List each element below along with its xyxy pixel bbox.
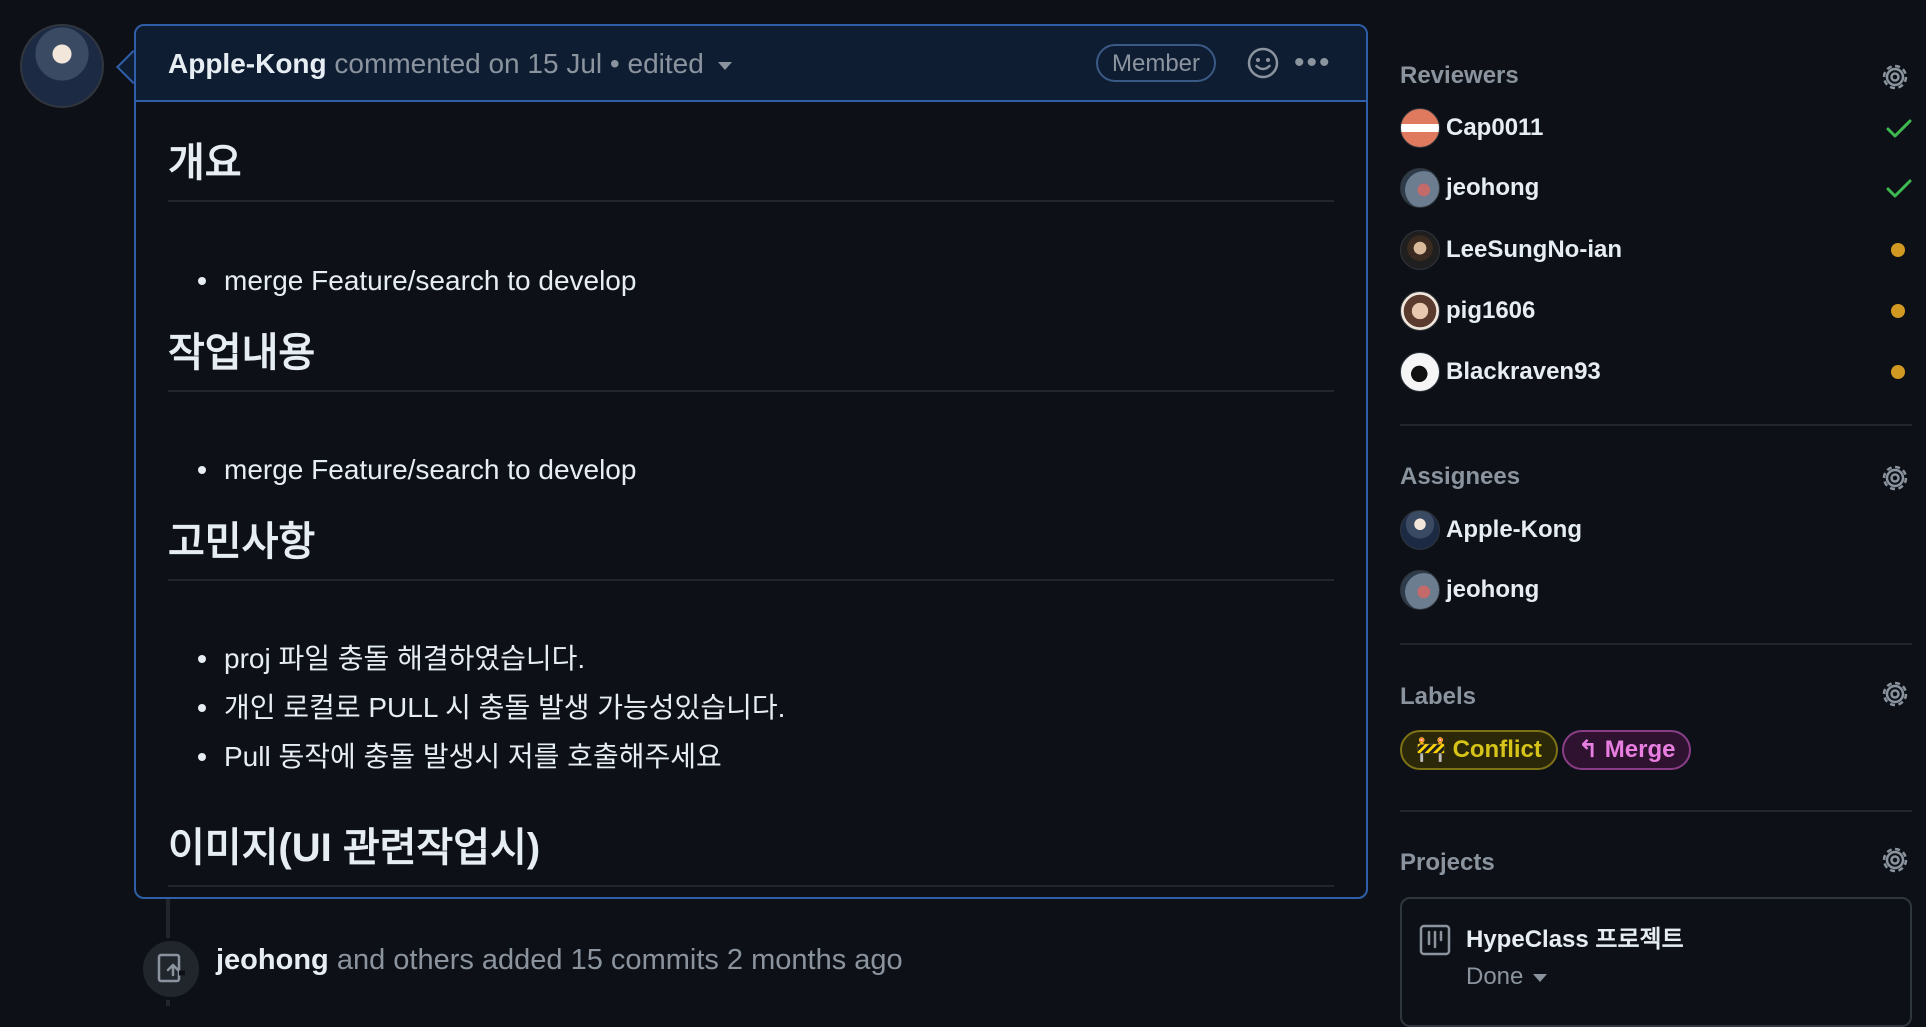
- commit-badge: [140, 938, 202, 1000]
- merge-arrow-icon: ↰: [1578, 736, 1599, 763]
- projects-title: Projects: [1400, 849, 1495, 876]
- label-text: Conflict: [1452, 736, 1542, 763]
- reviewer-row[interactable]: Blackraven93: [1400, 352, 1601, 396]
- avatar[interactable]: [1400, 291, 1440, 331]
- avatar[interactable]: [1400, 108, 1440, 148]
- add-reaction-icon[interactable]: [1246, 46, 1280, 80]
- label-merge[interactable]: ↰ Merge: [1562, 730, 1692, 770]
- list-item: merge Feature/search to develop: [198, 256, 636, 305]
- push-commits-icon: [157, 953, 185, 983]
- reviewer-name[interactable]: jeohong: [1446, 174, 1539, 201]
- project-name[interactable]: HypeClass 프로젝트: [1466, 919, 1684, 954]
- comment-meta-text[interactable]: commented on 15 Jul • edited: [327, 48, 703, 79]
- gear-icon[interactable]: [1878, 677, 1912, 711]
- section-heading: 개요: [168, 130, 1334, 202]
- avatar[interactable]: [1400, 168, 1440, 208]
- timeline-author[interactable]: jeohong: [216, 944, 329, 976]
- reviewer-name[interactable]: Cap0011: [1446, 114, 1543, 141]
- construction-icon: 🚧: [1416, 736, 1446, 763]
- timeline-event: jeohong and others added 15 commits 2 mo…: [216, 944, 903, 977]
- timeline-text: and others added 15 commits 2 months ago: [328, 944, 903, 976]
- avatar[interactable]: [1400, 570, 1440, 610]
- reviewer-name[interactable]: LeeSungNo-ian: [1446, 236, 1622, 263]
- member-badge: Member: [1096, 44, 1217, 82]
- avatar[interactable]: [1400, 352, 1440, 392]
- assignees-title: Assignees: [1400, 463, 1521, 490]
- avatar[interactable]: [1400, 510, 1440, 550]
- reviewers-title: Reviewers: [1400, 62, 1519, 89]
- section-heading: 이미지(UI 관련작업시): [168, 815, 1334, 887]
- pending-dot-icon: [1891, 243, 1905, 257]
- check-icon: [1886, 179, 1912, 198]
- list-item: 개인 로컬로 PULL 시 충돌 발생 가능성있습니다.: [198, 683, 785, 732]
- comment-card: Apple-Kong commented on 15 Jul • edited …: [134, 24, 1368, 899]
- chevron-down-icon: [1533, 973, 1548, 982]
- edited-dropdown-icon[interactable]: [717, 61, 732, 70]
- divider: [1400, 643, 1912, 645]
- list-item: merge Feature/search to develop: [198, 445, 636, 494]
- gear-icon[interactable]: [1878, 843, 1912, 877]
- list-item: proj 파일 충돌 해결하였습니다.: [198, 634, 785, 683]
- section-list: proj 파일 충돌 해결하였습니다. 개인 로컬로 PULL 시 충돌 발생 …: [198, 634, 785, 781]
- project-card[interactable]: HypeClass 프로젝트 Done: [1400, 897, 1912, 1027]
- section-heading: 고민사항: [168, 509, 1334, 581]
- comment-meta: Apple-Kong commented on 15 Jul • edited: [168, 48, 732, 80]
- divider: [1400, 424, 1912, 426]
- project-status-dropdown[interactable]: Done: [1466, 963, 1548, 991]
- gear-icon[interactable]: [1878, 461, 1912, 495]
- section-list: merge Feature/search to develop: [198, 445, 636, 494]
- section-heading: 작업내용: [168, 320, 1334, 392]
- section-list: merge Feature/search to develop: [198, 256, 636, 305]
- reviewer-name[interactable]: Blackraven93: [1446, 358, 1601, 385]
- assignee-row[interactable]: jeohong: [1400, 570, 1539, 614]
- project-status: Done: [1466, 963, 1524, 990]
- pending-dot-icon: [1891, 304, 1905, 318]
- label-text: Merge: [1604, 736, 1676, 763]
- reviewer-row[interactable]: Cap0011: [1400, 108, 1543, 152]
- comment-author[interactable]: Apple-Kong: [168, 48, 327, 79]
- pending-dot-icon: [1891, 365, 1905, 379]
- reviewer-name[interactable]: pig1606: [1446, 297, 1535, 324]
- reviewer-row[interactable]: LeeSungNo-ian: [1400, 230, 1622, 274]
- label-conflict[interactable]: 🚧 Conflict: [1400, 730, 1558, 770]
- reviewer-row[interactable]: pig1606: [1400, 291, 1535, 335]
- labels-title: Labels: [1400, 683, 1477, 710]
- project-board-icon: [1419, 924, 1451, 956]
- assignee-name[interactable]: jeohong: [1446, 576, 1539, 603]
- commenter-avatar[interactable]: [20, 24, 104, 108]
- assignee-row[interactable]: Apple-Kong: [1400, 510, 1582, 554]
- reviewer-row[interactable]: jeohong: [1400, 168, 1539, 212]
- list-item: Pull 동작에 충돌 발생시 저를 호출해주세요: [198, 732, 785, 781]
- comment-header: Apple-Kong commented on 15 Jul • edited …: [136, 26, 1366, 102]
- avatar[interactable]: [1400, 230, 1440, 270]
- divider: [1400, 810, 1912, 812]
- more-options-icon[interactable]: •••: [1294, 48, 1332, 78]
- gear-icon[interactable]: [1878, 60, 1912, 94]
- assignee-name[interactable]: Apple-Kong: [1446, 516, 1582, 543]
- check-icon: [1886, 119, 1912, 138]
